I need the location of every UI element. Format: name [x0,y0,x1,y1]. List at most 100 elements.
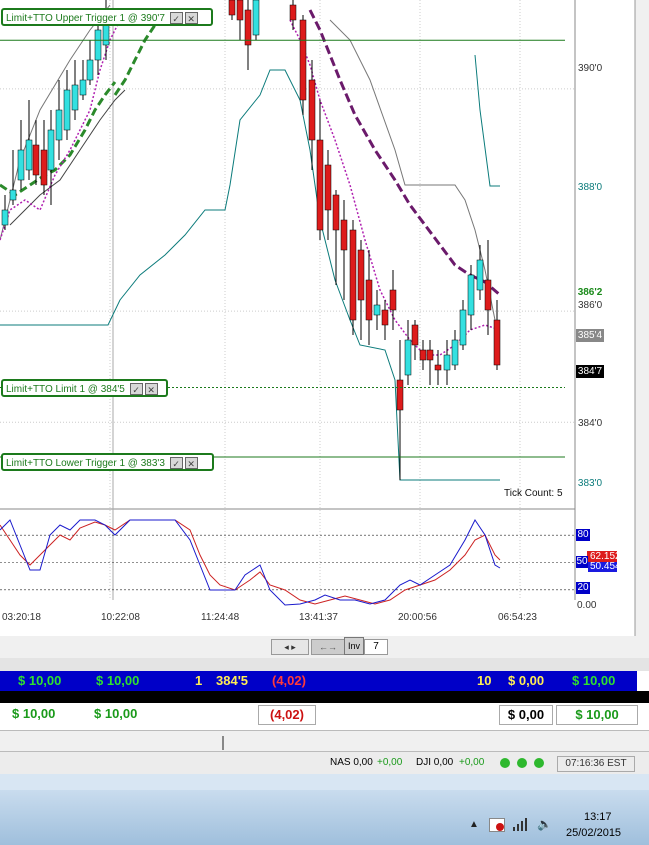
time-tick: 10:22:08 [101,612,140,623]
candle-body [71,84,79,111]
cancel-icon[interactable]: ✕ [144,383,158,396]
time-tick: 20:00:56 [398,612,437,623]
show-hidden-icons[interactable]: ▲ [469,819,479,830]
black-divider [0,691,649,703]
candle-body [86,59,94,81]
account-col2: $ 10,00 [96,673,140,688]
time-tick: 03:20:18 [2,612,41,623]
account-qty: 1 [195,673,203,688]
candle-body [357,249,365,301]
summary-col-a: $ 0,00 [499,705,553,725]
summary-col-b: $ 10,00 [556,705,638,725]
candle-body [493,319,501,366]
scroll-nav[interactable]: ◂ ▸ [271,639,309,655]
summary-col1: $ 10,00 [12,706,56,721]
candle-body [365,279,373,321]
confirm-icon[interactable]: ✓ [169,12,183,25]
candle-body [459,309,467,346]
candle-body [467,274,475,316]
limit-order[interactable]: Limit+TTO Limit 1 @ 384'5 ✓ ✕ [1,379,168,397]
candle-body [316,139,324,231]
arrows-control[interactable]: ←→ [311,639,345,655]
candle-body [324,164,332,211]
candle-body [308,79,316,141]
candle-body [40,149,48,186]
nas-label: NAS 0,00 [330,757,373,768]
candle-body [484,279,492,311]
taskbar-date[interactable]: 25/02/2015 [566,827,621,839]
action-center-icon[interactable] [489,818,505,832]
candle-body [443,354,451,371]
candle-body [411,324,419,346]
tick-count: Tick Count: 5 [504,488,563,499]
candle-body [332,194,340,231]
price-box-gray: 385'4 [576,329,604,342]
candle-body [299,19,307,101]
volume-icon[interactable]: 🔈 [537,817,552,831]
candle-body [32,144,40,176]
right-edge [635,0,649,660]
account-pnl: (4,02) [272,673,306,688]
candle-body [244,9,252,46]
gap-strip [0,658,649,671]
candle-body [17,149,25,181]
price-box-green: 386'2 [576,286,604,299]
upper-trigger-order[interactable]: Limit+TTO Upper Trigger 1 @ 390'7 ✓ ✕ [1,8,213,26]
confirm-icon[interactable]: ✓ [169,457,183,470]
chart-tab-bar: ◂ ▸ ←→ Inv 7 [0,636,637,659]
candle-body [55,109,63,141]
dji-change: +0,00 [459,757,485,768]
confirm-icon[interactable]: ✓ [129,383,143,396]
cancel-icon[interactable]: ✕ [184,12,198,25]
alert-icon [496,823,504,831]
candle-body [373,304,381,316]
window-bottom [0,774,649,790]
account-col-a: $ 0,00 [508,673,545,688]
time-tick: 11:24:48 [201,612,240,623]
tab-7[interactable]: 7 [364,639,388,655]
lower-trigger-order[interactable]: Limit+TTO Lower Trigger 1 @ 383'3 ✓ ✕ [1,453,214,471]
candle-body [289,4,297,21]
windows-taskbar: ▲ 🔈 13:17 25/02/2015 [0,790,649,845]
connection-icon [500,758,510,768]
time-tick: 06:54:23 [498,612,537,623]
candle-body [25,139,33,171]
candle-body [63,89,71,131]
candle-body [434,364,442,371]
nav-next-icon[interactable]: ▸ [291,642,296,652]
price-box-lower: 383'0 [576,477,604,490]
panel-splitter[interactable] [222,736,224,750]
summary-row[interactable]: $ 10,00 $ 10,00 (4,02) $ 0,00 $ 10,00 [0,703,649,730]
candle-body [236,0,244,21]
stoch-k [0,519,501,605]
summary-pnl: (4,02) [258,705,316,725]
account-col-b: $ 10,00 [572,673,616,688]
dji-label: DJI 0,00 [416,757,454,768]
stochastic-pane [0,519,575,606]
summary-col2: $ 10,00 [94,706,138,721]
stoch-tick-0: 0.00 [577,600,597,611]
upper-trigger-label: Limit+TTO Upper Trigger 1 @ 390'7 [6,13,165,24]
candle-body [396,379,404,411]
lower-trigger-label: Limit+TTO Lower Trigger 1 @ 383'3 [6,458,165,469]
candle-body [47,129,55,171]
price-box-indicator: 388'0 [576,181,604,194]
nas-change: +0,00 [377,757,403,768]
candle-body [9,189,17,201]
taskbar-time[interactable]: 13:17 [584,811,612,823]
network-icon[interactable] [513,817,529,831]
nav-prev-icon[interactable]: ◂ [284,642,289,652]
candle-body [426,349,434,361]
status-bar: NAS 0,00 +0,00 DJI 0,00 +0,00 07:16:36 E… [0,751,649,774]
candle-body [94,29,102,61]
cancel-icon[interactable]: ✕ [184,457,198,470]
price-tick: 384'0 [578,418,603,429]
connection-icon [517,758,527,768]
inv-button[interactable]: Inv [344,637,364,655]
candle-body [79,79,87,96]
price-chart[interactable]: Limit+TTO Upper Trigger 1 @ 390'7 ✓ ✕ Lim… [0,0,649,660]
status-clock: 07:16:36 EST [557,756,635,772]
candle-body [252,0,260,36]
account-price: 384'5 [216,673,249,688]
chart-canvas[interactable] [0,0,649,660]
